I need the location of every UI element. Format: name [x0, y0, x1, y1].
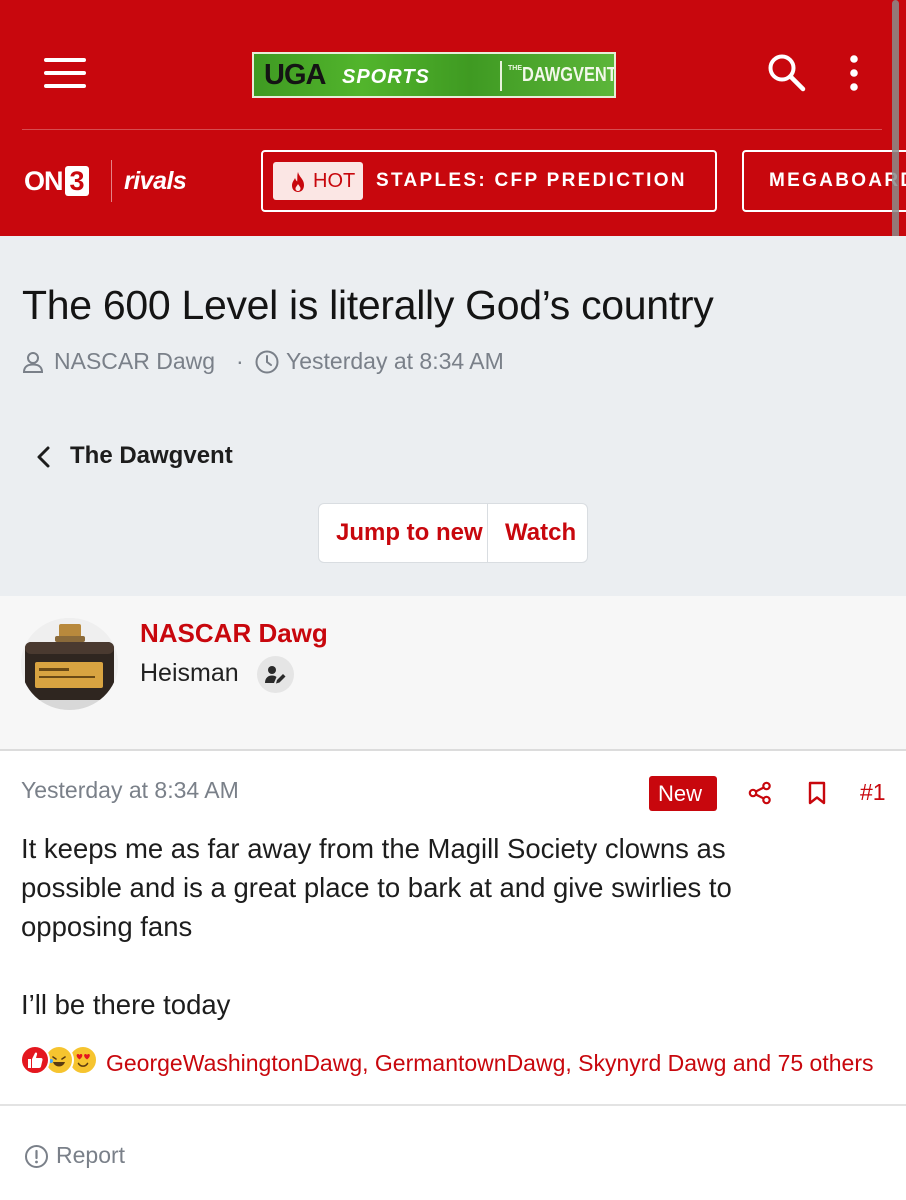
- post-date[interactable]: Yesterday at 8:34 AM: [21, 777, 239, 804]
- megaboard-label: MEGABOARD: [769, 170, 906, 191]
- user-icon: [22, 352, 44, 373]
- more-options-icon[interactable]: [844, 54, 864, 92]
- new-badge: New: [649, 776, 717, 811]
- search-icon[interactable]: [766, 52, 806, 92]
- thread-date[interactable]: Yesterday at 8:34 AM: [286, 348, 504, 375]
- rivals-logo[interactable]: rivals: [124, 166, 187, 196]
- share-icon[interactable]: [748, 781, 772, 805]
- thread-header: The 600 Level is literally God’s country…: [0, 236, 906, 596]
- thread-author[interactable]: NASCAR Dawg: [54, 348, 215, 375]
- flame-icon: [292, 172, 304, 192]
- post-text-line: It keeps me as far away from the Magill …: [21, 833, 726, 864]
- on3-logo[interactable]: ON 3: [24, 166, 89, 196]
- on3-text: ON: [24, 166, 63, 196]
- logo-the-text: THE: [508, 65, 522, 72]
- hot-badge-label: HOT: [313, 170, 356, 192]
- hot-topic-pill[interactable]: HOT STAPLES: CFP PREDICTION: [261, 150, 717, 212]
- scrollbar[interactable]: [892, 0, 899, 248]
- post-body: It keeps me as far away from the Magill …: [21, 829, 881, 1024]
- on3-number: 3: [64, 166, 89, 196]
- clock-icon: [255, 350, 279, 374]
- hot-badge: HOT: [273, 162, 363, 200]
- logo-divider: [500, 61, 502, 91]
- hot-topic-label: STAPLES: CFP PREDICTION: [376, 170, 687, 191]
- megaboard-pill[interactable]: MEGABOARD: [742, 150, 906, 212]
- logo-sports-text: SPORTS: [342, 66, 430, 88]
- new-badge-label: New: [658, 781, 703, 806]
- bookmark-icon[interactable]: [807, 781, 827, 805]
- thread-title: The 600 Level is literally God’s country: [22, 282, 714, 328]
- jump-to-new-label: Jump to new: [336, 519, 483, 546]
- site-logo[interactable]: UGA SPORTS THE DAWGVENT: [252, 52, 616, 98]
- like-icon: [20, 1045, 50, 1075]
- report-label: Report: [56, 1142, 126, 1168]
- chevron-left-icon: [37, 446, 50, 468]
- post-author-block: NASCAR Dawg Heisman: [0, 596, 906, 751]
- logo-separator: [111, 160, 112, 202]
- thread-actions: Jump to new Watch: [318, 503, 588, 563]
- jump-to-new-button[interactable]: Jump to new: [319, 504, 487, 562]
- logo-dawgvent-text: DAWGVENT: [522, 64, 616, 86]
- header-divider: [22, 129, 882, 130]
- post-text-line: possible and is a great place to bark at…: [21, 872, 732, 903]
- breadcrumb-label: The Dawgvent: [70, 442, 233, 469]
- meta-separator: ·: [236, 348, 244, 374]
- post-message: Yesterday at 8:34 AM New #1 It keeps me …: [0, 751, 906, 1106]
- post-text-line: opposing fans: [21, 911, 193, 942]
- watch-button[interactable]: Watch: [487, 504, 587, 562]
- post-text-line: I’ll be there today: [21, 989, 231, 1020]
- logo-uga-text: UGA: [264, 59, 326, 91]
- menu-icon[interactable]: [44, 58, 86, 88]
- post-author-name[interactable]: NASCAR Dawg: [140, 618, 328, 649]
- watch-label: Watch: [505, 519, 577, 546]
- post-number-link[interactable]: #1: [860, 779, 886, 806]
- site-header: UGA SPORTS THE DAWGVENT ON 3 rivals HOT S…: [0, 0, 906, 236]
- user-edit-icon: [257, 656, 294, 693]
- avatar[interactable]: [21, 618, 118, 710]
- reactions-list-link[interactable]: GeorgeWashingtonDawg, GermantownDawg, Sk…: [106, 1050, 873, 1077]
- user-title: Heisman: [140, 659, 239, 687]
- alert-circle-icon: [25, 1145, 48, 1168]
